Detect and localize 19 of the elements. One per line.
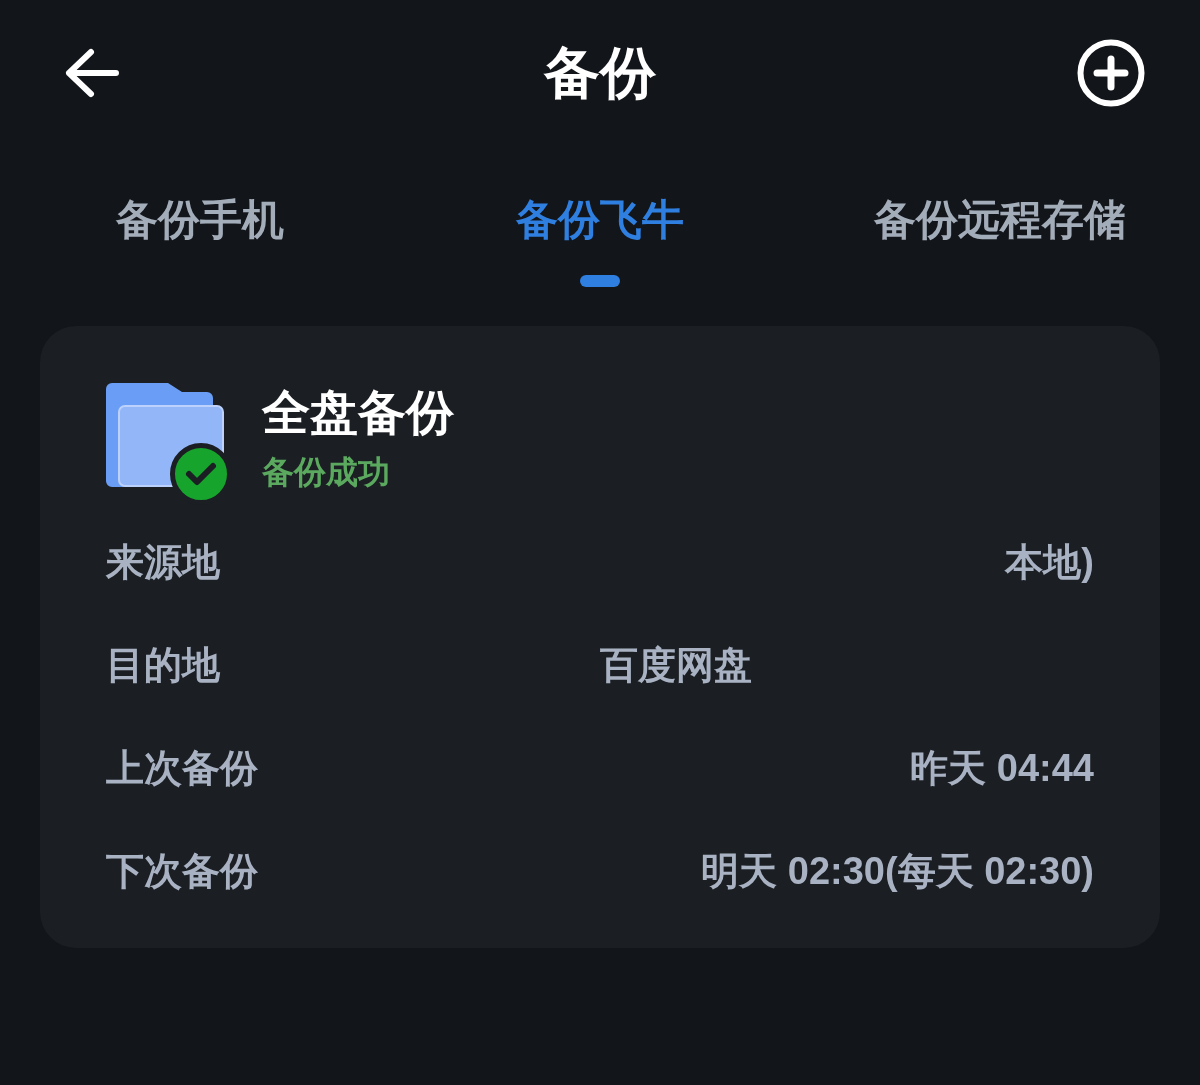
back-arrow-icon (63, 47, 121, 99)
add-button[interactable] (1077, 39, 1145, 107)
add-icon (1077, 39, 1145, 107)
field-value: 明天 02:30(每天 02:30) (701, 848, 1094, 894)
field-value: 本地) (1005, 539, 1094, 585)
backup-task-card[interactable]: 全盘备份 备份成功 来源地 本地) 目的地 百度网盘 上次备份 昨天 04:44 下次备份 明天 02:30(每天 02:30) (40, 326, 1160, 948)
page-title: 备份 (544, 41, 656, 105)
back-button[interactable] (63, 47, 121, 99)
field-value: 昨天 04:44 (910, 745, 1094, 791)
field-label: 上次备份 (106, 745, 259, 791)
status-label: 备份成功 (262, 453, 391, 492)
field-label: 来源地 (106, 539, 221, 585)
tab[interactable]: 备份远程存储 (874, 192, 1126, 248)
tab[interactable]: 备份手机 (116, 192, 284, 248)
field-label: 目的地 (106, 642, 221, 688)
tab[interactable]: 备份飞牛 (516, 192, 684, 248)
field-label: 下次备份 (106, 848, 259, 894)
field-value: 百度网盘 (600, 642, 752, 688)
task-title: 全盘备份 (262, 385, 454, 441)
